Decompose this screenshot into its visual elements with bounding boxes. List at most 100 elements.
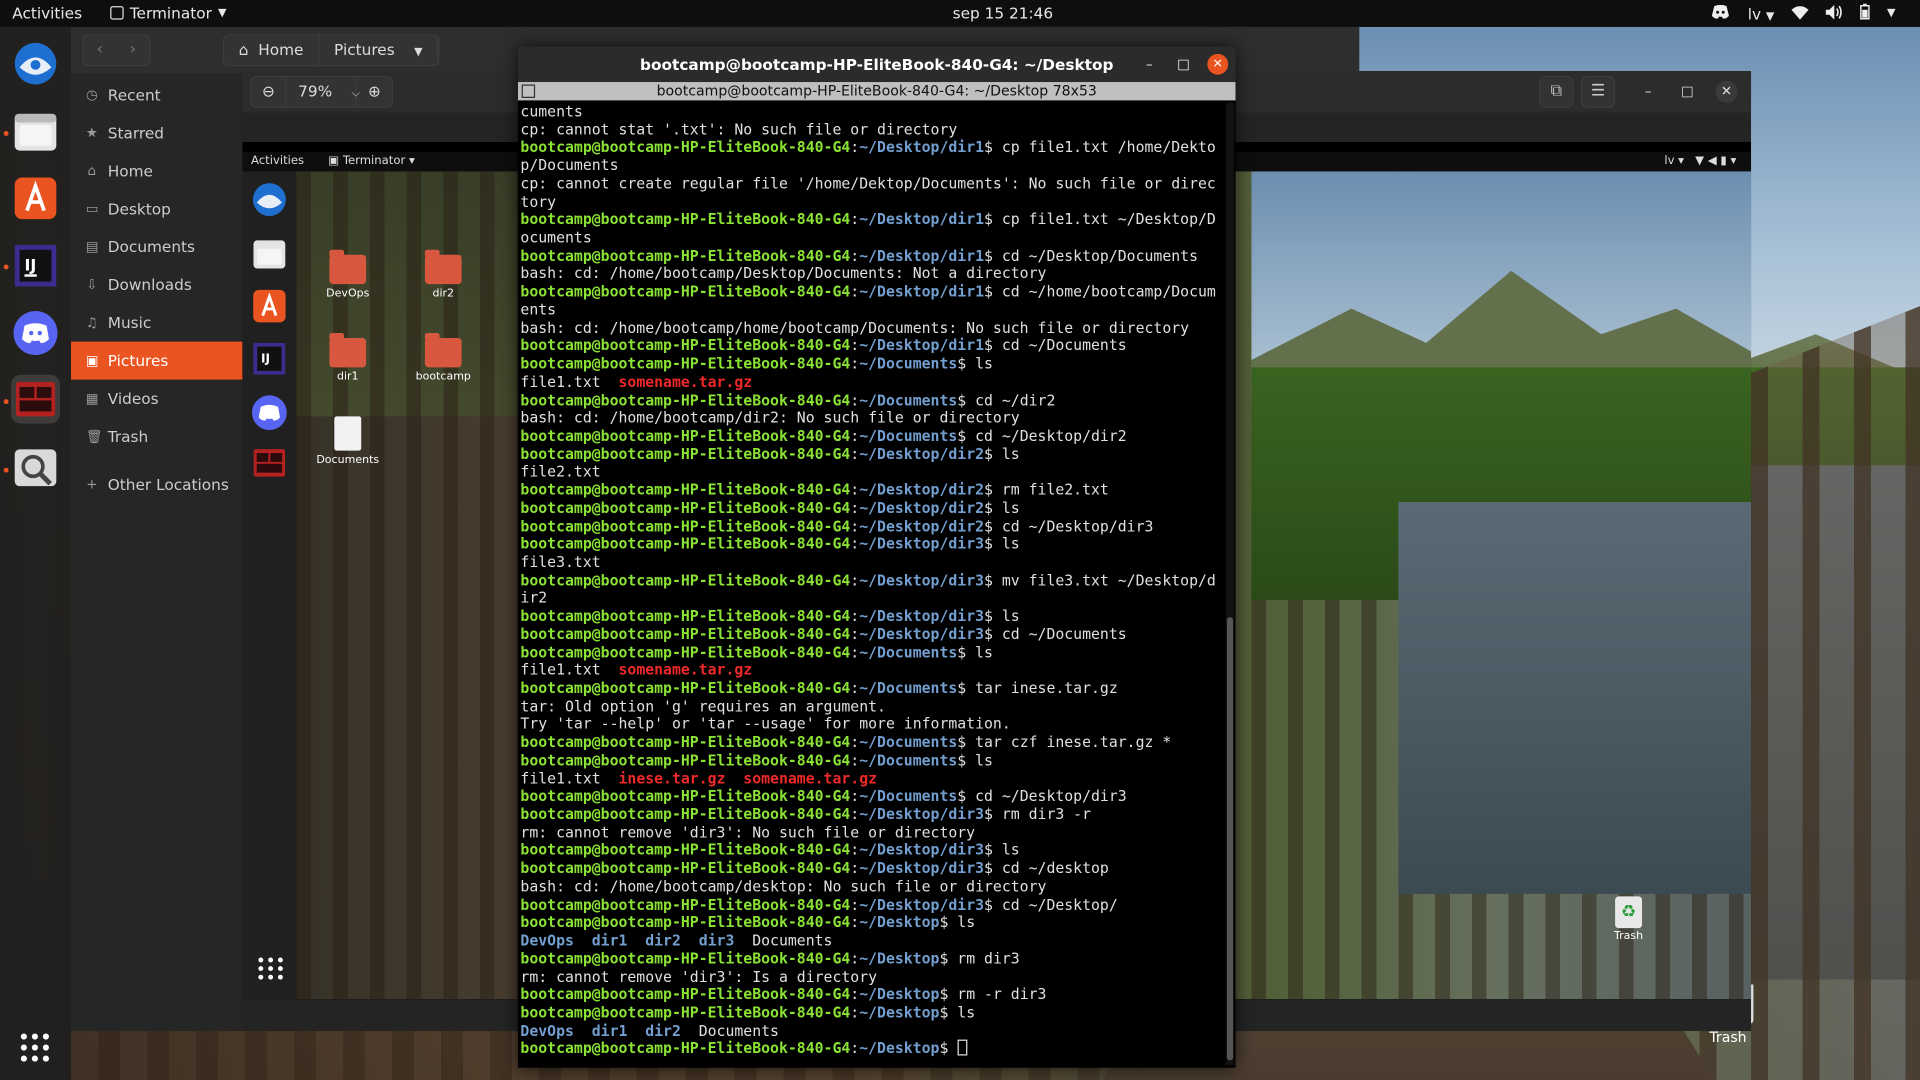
prompt-user: bootcamp@bootcamp-HP-EliteBook-840-G4 (520, 859, 851, 877)
star-icon: ★ (85, 124, 98, 141)
video-icon: ▦ (85, 390, 99, 407)
prompt-separator: : (850, 1004, 860, 1022)
terminal-line: bootcamp@bootcamp-HP-EliteBook-840-G4:~/… (520, 571, 1223, 589)
inner-software-center-icon (253, 289, 286, 323)
prompt-separator: : (850, 787, 860, 805)
minimize-button[interactable]: – (1139, 54, 1160, 75)
terminal-command: $ cd ~/Desktop/dir3 (957, 787, 1127, 805)
sidebar-item-downloads[interactable]: ⇩ Downloads (71, 266, 242, 304)
terminal-line: bootcamp@bootcamp-HP-EliteBook-840-G4:~/… (520, 499, 1223, 517)
discord-tray-icon[interactable] (1711, 4, 1731, 22)
prompt-user: bootcamp@bootcamp-HP-EliteBook-840-G4 (520, 247, 851, 265)
prompt-user: bootcamp@bootcamp-HP-EliteBook-840-G4 (520, 427, 851, 445)
prompt-path: ~/Desktop (859, 949, 940, 968)
activities-button[interactable]: Activities (12, 4, 82, 22)
discord-icon[interactable] (11, 309, 60, 358)
zoom-level[interactable]: 79% ⌵ (285, 77, 360, 107)
system-tray[interactable]: lv ▼ ▼ (1711, 3, 1896, 24)
prompt-separator: : (850, 607, 860, 625)
sidebar-item-videos[interactable]: ▦ Videos (71, 380, 242, 418)
prompt-path: ~/Documents (859, 787, 958, 805)
sidebar-item-desktop[interactable]: ▭ Desktop (71, 190, 242, 228)
prompt-path: ~/Desktop/dir1 (859, 247, 985, 265)
inner-intellij-icon: IJ (253, 342, 286, 375)
sidebar-item-other-locations[interactable]: + Other Locations (71, 465, 242, 503)
home-icon: ⌂ (87, 162, 97, 179)
sidebar-item-label: Other Locations (107, 475, 229, 494)
terminal-line: bash: cd: /home/bootcamp/dir2: No such f… (520, 409, 1223, 427)
inner-desktop-folder: bootcamp (407, 333, 480, 383)
forward-button[interactable]: › (116, 36, 149, 65)
intellij-idea-icon[interactable]: IJ (11, 241, 60, 290)
terminal-command: $ cd ~/Documents (984, 625, 1127, 643)
terminal-scrollbar[interactable] (1225, 102, 1235, 1066)
ls-entry: somename.tar.gz (743, 769, 878, 787)
system-menu-chevron-icon[interactable]: ▼ (1887, 7, 1895, 19)
scrollbar-thumb[interactable] (1226, 617, 1234, 1061)
sidebar-item-starred[interactable]: ★ Starred (71, 114, 242, 152)
terminal-output-text: tar: Old option 'g' requires an argument… (520, 697, 886, 715)
zoom-out-button[interactable]: ⊖ (251, 77, 286, 106)
inner-show-applications-icon (258, 957, 283, 980)
prompt-user: bootcamp@bootcamp-HP-EliteBook-840-G4 (520, 535, 851, 553)
prompt-path: ~/Documents (859, 643, 958, 661)
sidebar-item-music[interactable]: ♫ Music (71, 304, 242, 342)
sidebar-item-pictures[interactable]: ▣ Pictures (71, 341, 243, 380)
prompt-path: ~/Desktop/dir3 (859, 625, 985, 643)
svg-text:IJ: IJ (261, 352, 270, 366)
desktop-trash-label[interactable]: Trash (1709, 1029, 1746, 1046)
volume-icon[interactable] (1825, 4, 1843, 22)
terminal-command: $ cd ~/desktop (984, 859, 1109, 877)
prompt-path: ~/Desktop/dir2 (859, 481, 985, 499)
fullscreen-button[interactable]: ⧉ (1539, 75, 1574, 108)
terminal-line: tar: Old option 'g' requires an argument… (520, 698, 1223, 716)
show-applications-icon[interactable] (20, 1033, 50, 1062)
image-viewer-icon[interactable] (11, 443, 60, 492)
prompt-separator: : (850, 913, 860, 932)
maximize-button[interactable]: □ (1676, 81, 1698, 103)
sidebar-item-trash[interactable]: 🗑 Trash (71, 418, 242, 456)
minimize-button[interactable]: – (1637, 81, 1659, 103)
maximize-button[interactable]: □ (1173, 54, 1194, 75)
software-center-icon[interactable] (11, 174, 60, 223)
sidebar-item-label: Desktop (107, 199, 171, 218)
back-button[interactable]: ‹ (83, 36, 116, 65)
ls-gap (681, 932, 699, 949)
terminal-line: bootcamp@bootcamp-HP-EliteBook-840-G4:~/… (520, 608, 1223, 626)
terminal-output[interactable]: cuments cp: cannot stat '.txt': No such f… (520, 103, 1223, 1065)
keyboard-layout-indicator[interactable]: lv ▼ (1748, 4, 1775, 22)
grid-icon[interactable] (521, 84, 536, 98)
prompt-separator: : (850, 1040, 860, 1058)
app-menu[interactable]: Terminator ▼ (110, 4, 226, 22)
terminal-line: bootcamp@bootcamp-HP-EliteBook-840-G4:~/… (520, 337, 1223, 355)
terminal-cursor (957, 1040, 968, 1056)
ls-gap (601, 770, 619, 787)
thunderbird-icon[interactable] (11, 39, 60, 88)
zoom-in-button[interactable]: ⊕ (357, 77, 392, 106)
prompt-separator: : (850, 949, 860, 968)
terminal-line: bootcamp@bootcamp-HP-EliteBook-840-G4:~/… (520, 283, 1223, 301)
close-button[interactable]: ✕ (1207, 53, 1229, 75)
terminal-line: DevOps dir1 dir2 Documents (520, 1022, 1223, 1040)
terminal-command: $ cd ~/Desktop/dir2 (957, 427, 1127, 445)
path-pictures-button[interactable]: Pictures ▼ (319, 35, 439, 65)
path-home-button[interactable]: ⌂ Home (224, 35, 320, 65)
files-icon[interactable] (11, 107, 60, 156)
hamburger-menu-button[interactable]: ☰ (1580, 75, 1616, 108)
terminator-icon[interactable] (11, 374, 60, 424)
clock[interactable]: sep 15 21:46 (953, 4, 1053, 22)
prompt-user: bootcamp@bootcamp-HP-EliteBook-840-G4 (520, 1004, 851, 1022)
sidebar-item-home[interactable]: ⌂ Home (71, 152, 242, 190)
prompt-user: bootcamp@bootcamp-HP-EliteBook-840-G4 (520, 679, 851, 697)
prompt-separator: : (850, 805, 860, 823)
terminal-line: bash: cd: /home/bootcamp/Desktop/Documen… (520, 265, 1223, 283)
prompt-path: ~/Desktop/dir1 (859, 283, 985, 301)
wifi-icon[interactable] (1791, 4, 1809, 22)
prompt-separator: : (850, 733, 860, 751)
terminal-line: Try 'tar --help' or 'tar --usage' for mo… (520, 716, 1223, 734)
sidebar-item-recent[interactable]: ◷ Recent (71, 76, 242, 114)
close-button[interactable]: ✕ (1715, 80, 1738, 103)
terminal-line: bootcamp@bootcamp-HP-EliteBook-840-G4:~/… (520, 644, 1223, 662)
sidebar-item-documents[interactable]: ▤ Documents (71, 228, 242, 266)
battery-icon[interactable] (1860, 3, 1870, 24)
